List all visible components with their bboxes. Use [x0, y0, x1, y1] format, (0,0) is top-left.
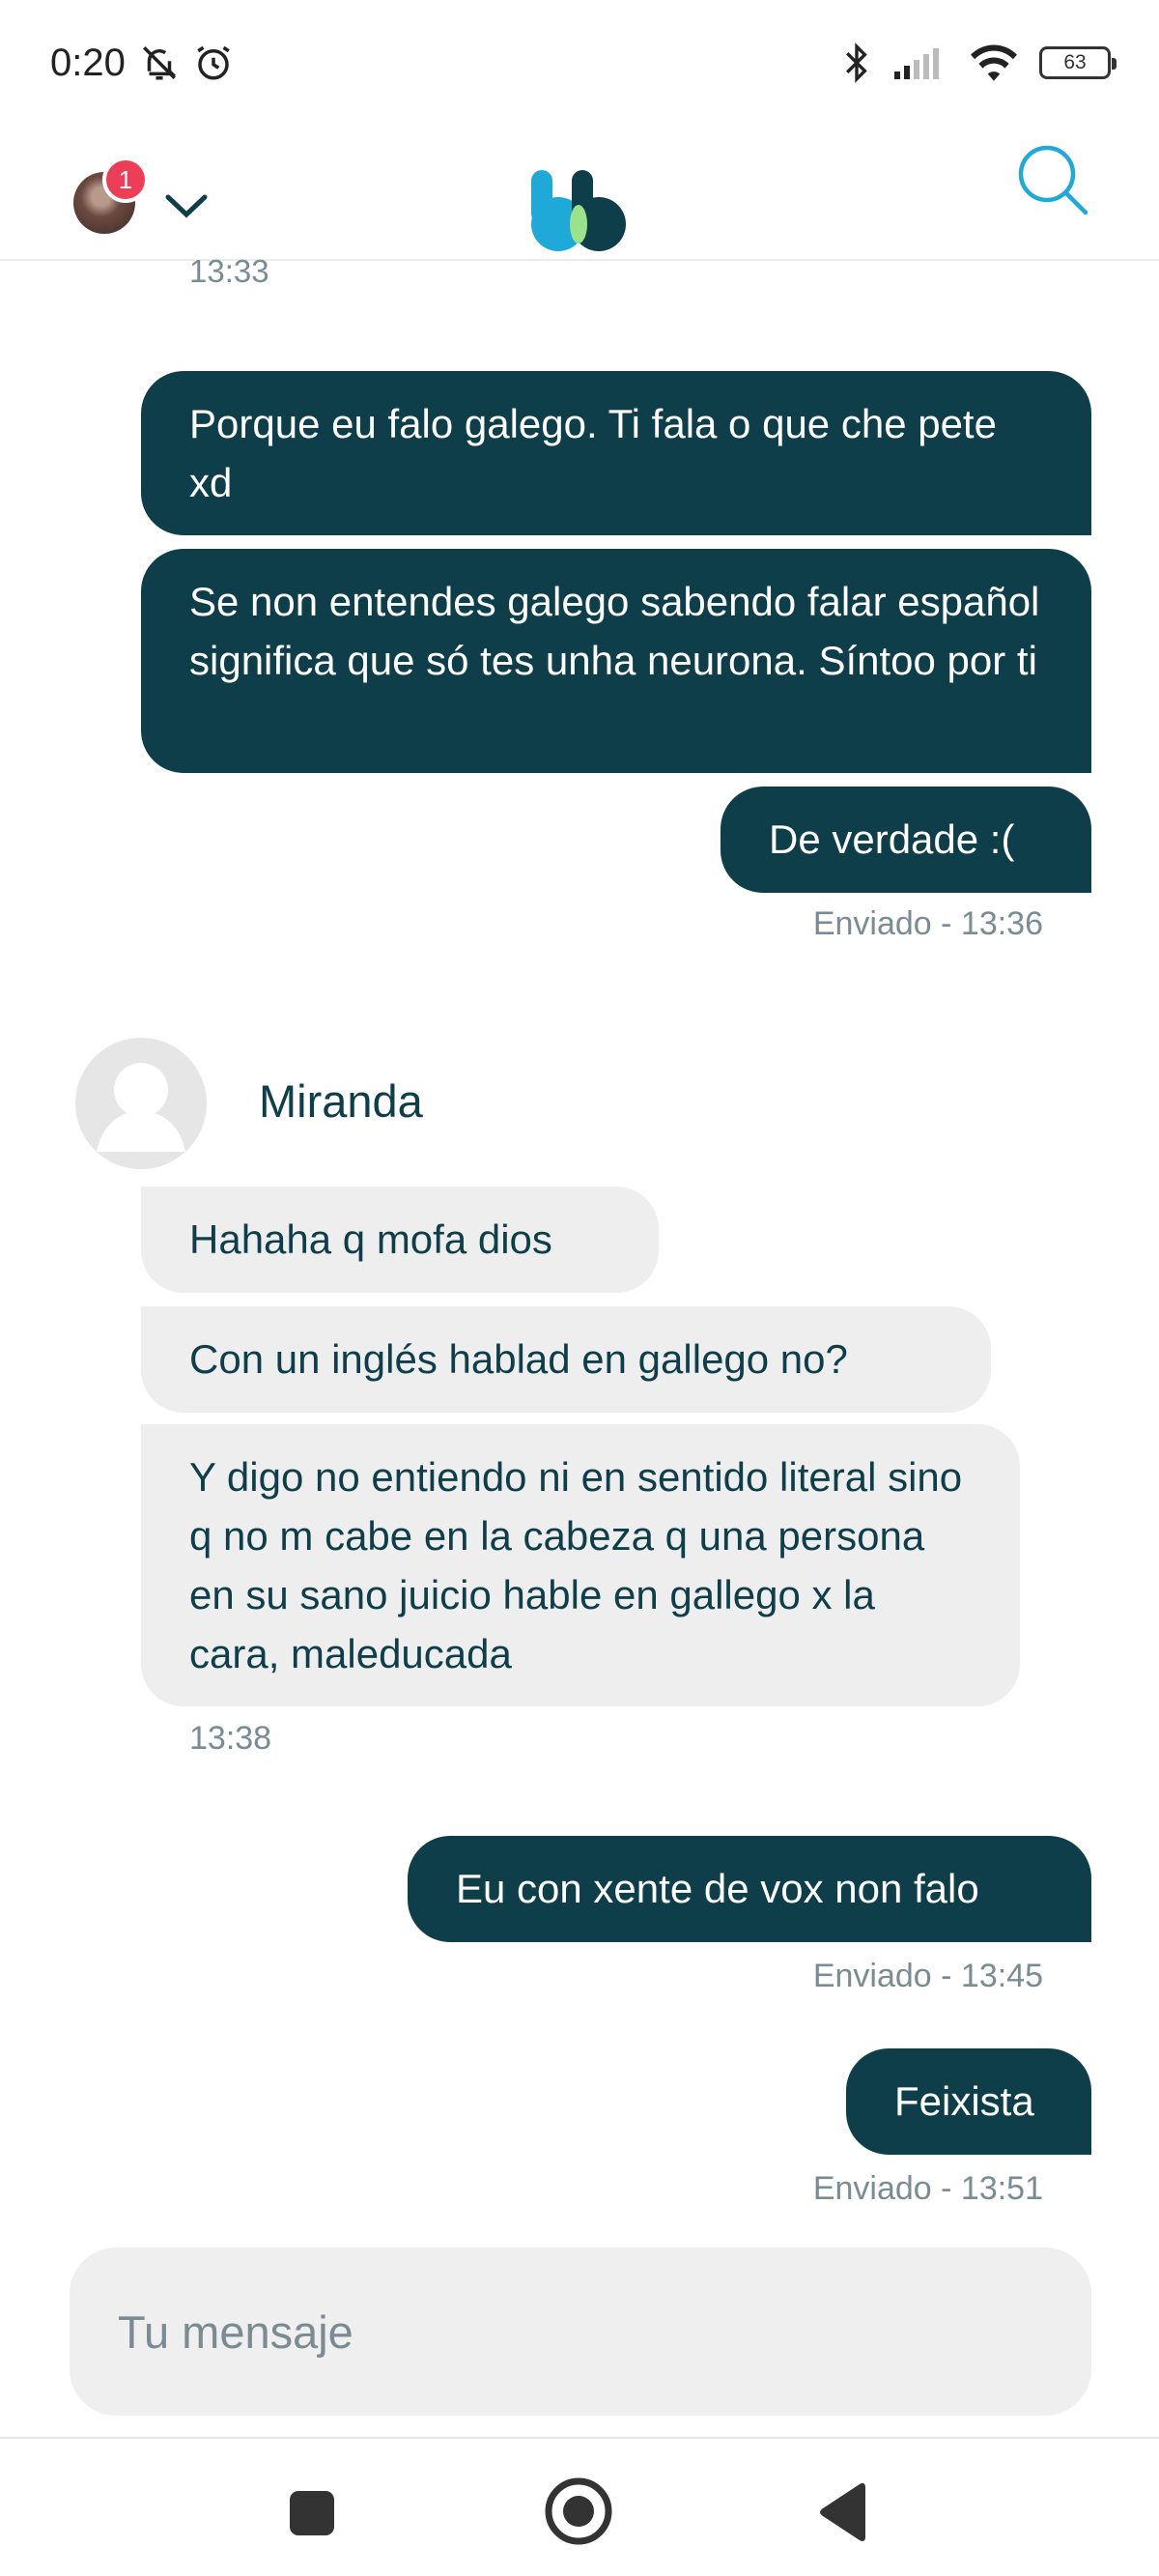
home-circle-icon[interactable] [543, 2476, 614, 2547]
status-time: 0:20 [50, 41, 126, 84]
blablacar-logo-icon [531, 170, 626, 251]
alarm-icon [197, 45, 230, 80]
message-bubble-outgoing[interactable]: Porque eu falo galego. Ti fala o que che… [141, 371, 1091, 535]
bluetooth-icon [846, 43, 867, 83]
app-header: 1 [0, 126, 1159, 261]
search-icon[interactable] [1016, 143, 1089, 216]
chat-screen: 0:20 63 1 13:33 Porque eu falo galego. T… [0, 0, 1159, 2576]
message-bubble-outgoing[interactable]: Feixista [846, 2048, 1091, 2155]
message-input[interactable] [118, 2304, 1043, 2359]
message-status: Enviado - 13:45 [812, 1958, 1043, 1994]
system-nav-bar [0, 2437, 1159, 2576]
battery-indicator: 63 [1039, 46, 1117, 79]
message-timestamp: 13:38 [189, 1720, 272, 1757]
profile-avatar[interactable]: 1 [73, 157, 149, 234]
message-bubble-outgoing[interactable]: De verdade :( [721, 787, 1091, 893]
status-bar: 0:20 63 [0, 0, 1159, 126]
user-placeholder-icon [97, 1063, 185, 1152]
sender-name: Miranda [259, 1075, 423, 1127]
back-triangle-icon[interactable] [817, 2483, 867, 2541]
message-bubble-outgoing[interactable]: Se non entendes galego sabendo falar esp… [141, 549, 1091, 773]
message-status: Enviado - 13:51 [812, 2170, 1043, 2207]
chevron-down-icon[interactable] [162, 191, 211, 220]
message-bubble-incoming[interactable]: Y digo no entiendo ni en sentido literal… [141, 1424, 1020, 1706]
message-composer [70, 2247, 1091, 2416]
wifi-icon [971, 44, 1017, 81]
message-status: Enviado - 13:36 [812, 905, 1043, 942]
sender-avatar[interactable] [75, 1038, 207, 1169]
bell-off-icon [142, 46, 177, 80]
status-left: 0:20 [50, 42, 234, 85]
message-timestamp: 13:33 [189, 253, 269, 289]
message-bubble-outgoing[interactable]: Eu con xente de vox non falo [408, 1836, 1091, 1942]
recents-square-icon[interactable] [288, 2489, 336, 2537]
message-bubble-incoming[interactable]: Hahaha q mofa dios [141, 1187, 659, 1293]
notification-badge: 1 [102, 157, 149, 203]
status-right: 63 [840, 43, 1117, 83]
message-bubble-incoming[interactable]: Con un inglés hablad en gallego no? [141, 1306, 991, 1413]
signal-icon [894, 48, 939, 79]
